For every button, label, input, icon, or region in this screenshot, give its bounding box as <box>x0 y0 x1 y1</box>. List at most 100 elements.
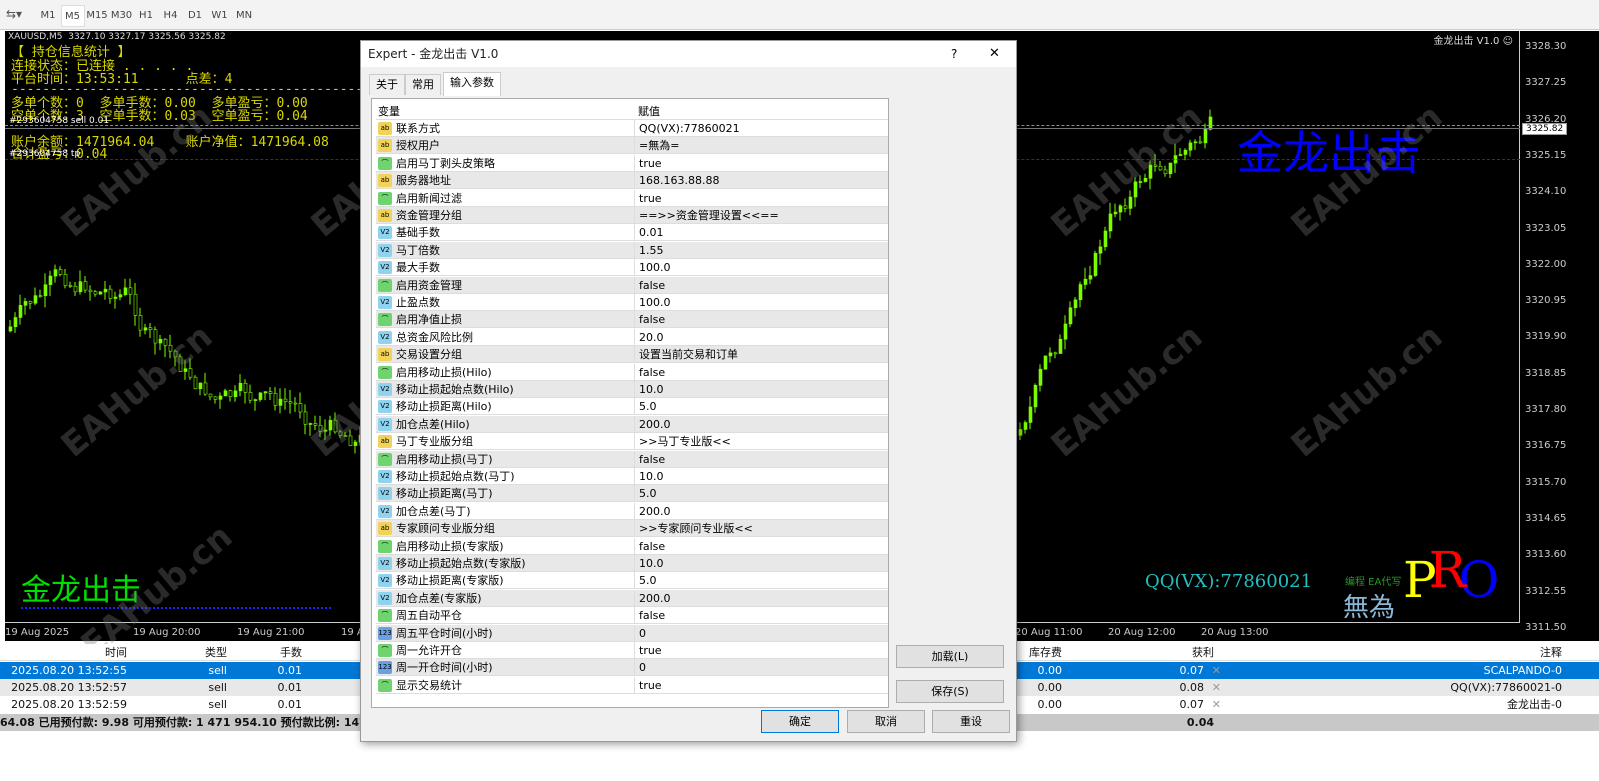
col-lots[interactable]: 手数 <box>280 644 302 661</box>
param-value[interactable]: false <box>634 363 888 381</box>
param-row[interactable]: 123 周一开仓时间(小时) 0 <box>376 659 888 677</box>
param-value[interactable]: true <box>634 189 888 207</box>
timeframe-mn[interactable]: MN <box>232 5 256 27</box>
candle-body <box>298 403 303 413</box>
param-value[interactable]: false <box>634 537 888 555</box>
param-value[interactable]: 200.0 <box>634 589 888 607</box>
param-value[interactable]: 168.163.88.88 <box>634 172 888 190</box>
timeframe-d1[interactable]: D1 <box>183 5 207 27</box>
param-value[interactable]: 5.0 <box>634 485 888 503</box>
param-row[interactable]: V2 总资金风险比例 20.0 <box>376 328 888 346</box>
param-name: 授权用户 <box>396 139 440 153</box>
param-value[interactable]: 10.0 <box>634 381 888 398</box>
param-row[interactable]: ⌒ 启用新闻过滤 true <box>376 189 888 207</box>
tab-inputs[interactable]: 输入参数 <box>443 72 501 96</box>
price-tick: 3328.30 <box>1525 41 1567 52</box>
param-row[interactable]: ab 马丁专业版分组 >>马丁专业版<< <box>376 433 888 451</box>
param-row[interactable]: V2 止盈点数 100.0 <box>376 294 888 311</box>
param-value[interactable]: false <box>634 607 888 625</box>
param-value[interactable]: 20.0 <box>634 328 888 346</box>
reset-button[interactable]: 重设 <box>932 710 1010 733</box>
param-row[interactable]: ⌒ 显示交易统计 true <box>376 676 888 694</box>
param-row[interactable]: ⌒ 周五自动平仓 false <box>376 607 888 625</box>
param-value[interactable]: 1.55 <box>634 241 888 259</box>
param-value[interactable]: =無為= <box>634 137 888 155</box>
param-value[interactable]: 100.0 <box>634 259 888 277</box>
param-row[interactable]: 123 周五平仓时间(小时) 0 <box>376 624 888 642</box>
param-value[interactable]: >>专家顾问专业版<< <box>634 520 888 538</box>
param-row[interactable]: V2 加仓点差(Hilo) 200.0 <box>376 415 888 433</box>
param-value[interactable]: 200.0 <box>634 415 888 433</box>
param-row[interactable]: V2 移动止损起始点数(马丁) 10.0 <box>376 468 888 485</box>
param-value[interactable]: 0 <box>634 659 888 677</box>
col-swap[interactable]: 库存费 <box>1029 644 1062 661</box>
timeframe-m15[interactable]: M15 <box>85 5 109 27</box>
param-row[interactable]: ⌒ 启用移动止损(Hilo) false <box>376 363 888 381</box>
candle-body <box>283 398 288 402</box>
tab-about[interactable]: 关于 <box>369 74 405 95</box>
param-value[interactable]: QQ(VX):77860021 <box>634 120 888 137</box>
cancel-button[interactable]: 取消 <box>847 710 925 733</box>
param-value[interactable]: ==>>资金管理设置<<== <box>634 207 888 224</box>
param-value[interactable]: 10.0 <box>634 555 888 572</box>
close-position-icon[interactable]: ✕ <box>1212 696 1221 713</box>
param-row[interactable]: ab 交易设置分组 设置当前交易和订单 <box>376 346 888 364</box>
param-row[interactable]: V2 移动止损距离(马丁) 5.0 <box>376 485 888 503</box>
param-value[interactable]: 0 <box>634 624 888 642</box>
close-position-icon[interactable]: ✕ <box>1212 662 1221 679</box>
param-row[interactable]: V2 移动止损起始点数(Hilo) 10.0 <box>376 381 888 398</box>
param-value[interactable]: true <box>634 154 888 172</box>
param-row[interactable]: V2 马丁倍数 1.55 <box>376 241 888 259</box>
timeframe-m5[interactable]: M5 <box>60 5 85 27</box>
param-row[interactable]: V2 移动止损距离(Hilo) 5.0 <box>376 398 888 416</box>
param-value[interactable]: 10.0 <box>634 468 888 485</box>
help-button[interactable]: ? <box>951 47 957 61</box>
param-row[interactable]: V2 移动止损起始点数(专家版) 10.0 <box>376 555 888 572</box>
param-value[interactable]: 设置当前交易和订单 <box>634 346 888 364</box>
timeframe-w1[interactable]: W1 <box>208 5 232 27</box>
timeframe-m30[interactable]: M30 <box>110 5 134 27</box>
param-row[interactable]: ⌒ 启用净值止损 false <box>376 311 888 329</box>
param-value[interactable]: 5.0 <box>634 572 888 590</box>
close-button[interactable]: ✕ <box>989 46 1000 61</box>
param-row[interactable]: V2 加仓点差(专家版) 200.0 <box>376 589 888 607</box>
param-row[interactable]: ⌒ 启用资金管理 false <box>376 276 888 294</box>
drawing-tools-icon[interactable]: ⇆▾ <box>6 7 22 21</box>
param-value[interactable]: 5.0 <box>634 398 888 416</box>
col-type[interactable]: 类型 <box>205 644 227 661</box>
tab-common[interactable]: 常用 <box>405 74 441 95</box>
param-row[interactable]: ab 专家顾问专业版分组 >>专家顾问专业版<< <box>376 520 888 538</box>
param-row[interactable]: V2 基础手数 0.01 <box>376 224 888 242</box>
param-row[interactable]: ab 资金管理分组 ==>>资金管理设置<<== <box>376 207 888 224</box>
param-value[interactable]: false <box>634 276 888 294</box>
param-row[interactable]: ab 联系方式 QQ(VX):77860021 <box>376 120 888 137</box>
timeframe-m1[interactable]: M1 <box>36 5 60 27</box>
param-value[interactable]: true <box>634 676 888 694</box>
param-row[interactable]: V2 加仓点差(马丁) 200.0 <box>376 502 888 520</box>
param-value[interactable]: 0.01 <box>634 224 888 242</box>
timeframe-h1[interactable]: H1 <box>134 5 158 27</box>
param-value[interactable]: >>马丁专业版<< <box>634 433 888 451</box>
col-comment[interactable]: 注释 <box>1540 644 1562 661</box>
param-value[interactable]: false <box>634 311 888 329</box>
param-row[interactable]: V2 最大手数 100.0 <box>376 259 888 277</box>
col-time[interactable]: 时间 <box>105 644 127 661</box>
save-button[interactable]: 保存(S) <box>896 680 1004 703</box>
timeframe-h4[interactable]: H4 <box>159 5 183 27</box>
param-row[interactable]: ab 服务器地址 168.163.88.88 <box>376 172 888 190</box>
param-value[interactable]: false <box>634 450 888 468</box>
param-row[interactable]: ab 授权用户 =無為= <box>376 137 888 155</box>
close-position-icon[interactable]: ✕ <box>1212 679 1221 696</box>
load-button[interactable]: 加载(L) <box>896 645 1004 668</box>
param-value[interactable]: true <box>634 642 888 659</box>
param-value[interactable]: 200.0 <box>634 502 888 520</box>
ok-button[interactable]: 确定 <box>761 710 839 733</box>
col-profit[interactable]: 获利 <box>1192 644 1214 661</box>
param-row[interactable]: ⌒ 启用马丁剥头皮策略 true <box>376 154 888 172</box>
param-row[interactable]: ⌒ 启用移动止损(专家版) false <box>376 537 888 555</box>
inputs-table[interactable]: 变量 赋值 ab 联系方式 QQ(VX):77860021 ab 授权用户 =無為= ⌒ 启用… <box>371 98 889 708</box>
param-row[interactable]: ⌒ 启用移动止损(马丁) false <box>376 450 888 468</box>
param-value[interactable]: 100.0 <box>634 294 888 311</box>
param-row[interactable]: V2 移动止损距离(专家版) 5.0 <box>376 572 888 590</box>
param-row[interactable]: ⌒ 周一允许开仓 true <box>376 642 888 659</box>
